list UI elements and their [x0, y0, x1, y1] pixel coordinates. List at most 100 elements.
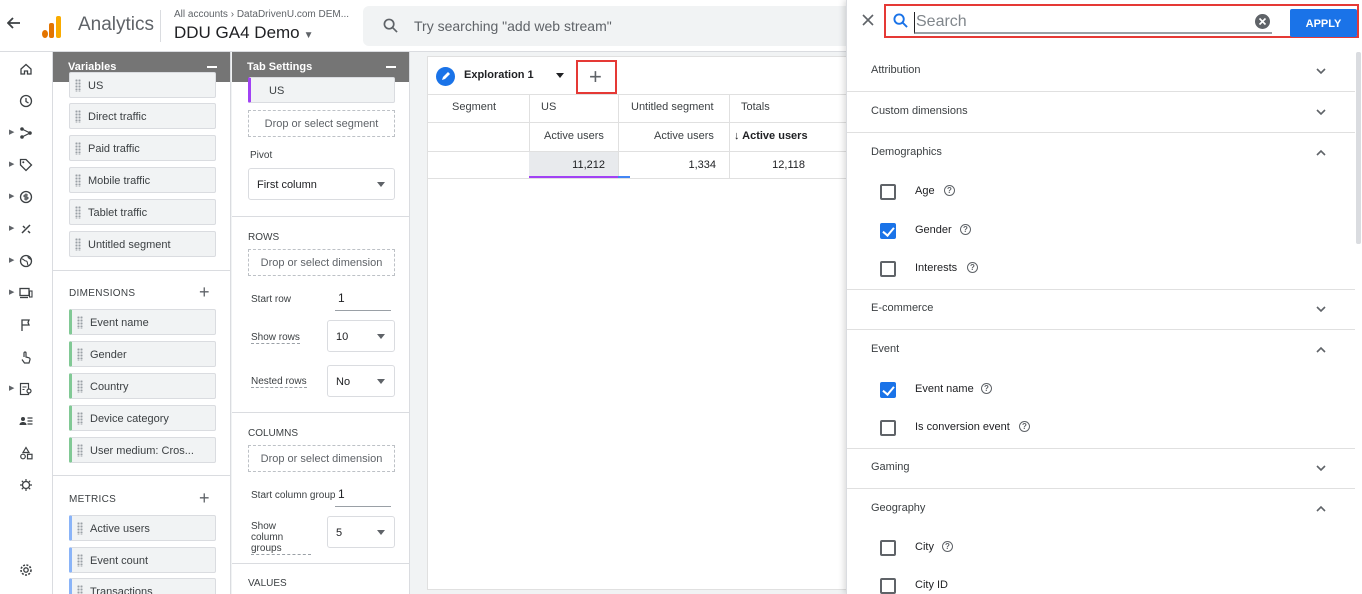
- nav-engagement[interactable]: ▶: [0, 219, 53, 239]
- nav-shapes[interactable]: [0, 443, 53, 463]
- segment-chip-us[interactable]: US: [248, 77, 395, 103]
- help-icon[interactable]: ?: [967, 262, 978, 273]
- drop-row-dimension-zone[interactable]: Drop or select dimension: [248, 249, 395, 276]
- edit-pencil-icon[interactable]: [436, 67, 455, 86]
- segment-chip-us[interactable]: US: [69, 72, 216, 98]
- add-metric-button[interactable]: +: [199, 489, 210, 507]
- minimize-icon[interactable]: [386, 66, 396, 68]
- help-icon[interactable]: ?: [942, 541, 953, 552]
- show-column-groups-select[interactable]: 5: [327, 516, 395, 548]
- nav-devices[interactable]: ▶: [0, 283, 53, 303]
- nav-reports[interactable]: [0, 91, 53, 111]
- global-search-bar[interactable]: Try searching "add web stream": [363, 6, 863, 46]
- nav-flag[interactable]: [0, 315, 53, 335]
- metric-chip-active-users[interactable]: Active users: [69, 515, 216, 541]
- category-geography[interactable]: Geography: [847, 489, 1355, 530]
- drag-handle-icon[interactable]: [77, 348, 83, 361]
- option-is-conversion-event[interactable]: Is conversion event ?: [847, 409, 1355, 447]
- dimension-chip-user-medium[interactable]: User medium: Cros...: [69, 437, 216, 463]
- drag-handle-icon[interactable]: [77, 412, 83, 425]
- drag-handle-icon[interactable]: [75, 238, 81, 251]
- exploration-tab-name[interactable]: Exploration 1: [464, 69, 534, 81]
- segment-chip-untitled[interactable]: Untitled segment: [69, 231, 216, 257]
- metric-header-totals-sorted[interactable]: ↓ Active users: [734, 130, 808, 142]
- drag-handle-icon[interactable]: [75, 174, 81, 187]
- drag-handle-icon[interactable]: [77, 316, 83, 329]
- drop-segment-zone[interactable]: Drop or select segment: [248, 110, 395, 137]
- nav-explore[interactable]: ▶: [0, 123, 53, 143]
- option-gender[interactable]: Gender ?: [847, 212, 1355, 250]
- category-attribution[interactable]: Attribution: [847, 51, 1355, 92]
- nav-home[interactable]: [0, 59, 53, 79]
- segment-chip-paid-traffic[interactable]: Paid traffic: [69, 135, 216, 161]
- option-age[interactable]: Age ?: [847, 173, 1355, 211]
- picker-scrollbar[interactable]: [1356, 52, 1361, 244]
- start-row-input[interactable]: 1: [335, 289, 391, 311]
- help-icon[interactable]: ?: [944, 185, 955, 196]
- nav-globe[interactable]: ▶: [0, 251, 53, 271]
- show-rows-select[interactable]: 10: [327, 320, 395, 352]
- checkbox-is-conversion-event[interactable]: [880, 420, 896, 436]
- drag-handle-icon[interactable]: [77, 380, 83, 393]
- checkbox-interests[interactable]: [880, 261, 896, 277]
- nav-touch[interactable]: [0, 347, 53, 367]
- help-icon[interactable]: ?: [1019, 421, 1030, 432]
- dimension-chip-device-category[interactable]: Device category: [69, 405, 216, 431]
- drag-handle-icon[interactable]: [75, 142, 81, 155]
- nav-user-report[interactable]: ▶: [0, 379, 53, 399]
- drag-handle-icon[interactable]: [75, 206, 81, 219]
- pivot-select[interactable]: First column: [248, 168, 395, 200]
- apply-button[interactable]: APPLY: [1290, 9, 1357, 37]
- option-city[interactable]: City ?: [847, 529, 1355, 567]
- help-icon[interactable]: ?: [960, 224, 971, 235]
- segment-chip-tablet-traffic[interactable]: Tablet traffic: [69, 199, 216, 225]
- breadcrumb[interactable]: All accounts › DataDrivenU.com DEM...: [174, 9, 349, 20]
- category-e-commerce[interactable]: E-commerce: [847, 289, 1355, 330]
- property-selector[interactable]: DDU GA4 Demo ▼: [174, 23, 314, 43]
- picker-search-input[interactable]: [914, 12, 1272, 34]
- drag-handle-icon[interactable]: [77, 444, 83, 457]
- option-interests[interactable]: Interests ?: [847, 250, 1355, 288]
- checkbox-age[interactable]: [880, 184, 896, 200]
- checkbox-event-name[interactable]: [880, 382, 896, 398]
- nav-user-list[interactable]: [0, 411, 53, 431]
- nested-rows-select[interactable]: No: [327, 365, 395, 397]
- metric-header-untitled[interactable]: Active users: [654, 130, 714, 142]
- segment-chip-mobile-traffic[interactable]: Mobile traffic: [69, 167, 216, 193]
- metric-chip-transactions[interactable]: Transactions: [69, 578, 216, 594]
- clear-search-icon[interactable]: [1255, 14, 1270, 29]
- tab-menu-caret-icon[interactable]: [556, 73, 564, 78]
- checkbox-city[interactable]: [880, 540, 896, 556]
- column-header-untitled-segment[interactable]: Untitled segment: [631, 101, 714, 113]
- dimension-chip-country[interactable]: Country: [69, 373, 216, 399]
- column-header-us[interactable]: US: [541, 101, 556, 113]
- nav-settings[interactable]: [0, 560, 53, 580]
- segment-chip-direct-traffic[interactable]: Direct traffic: [69, 103, 216, 129]
- add-tab-button[interactable]: +: [576, 60, 617, 94]
- close-icon[interactable]: [859, 11, 877, 29]
- back-arrow-icon[interactable]: [4, 16, 24, 36]
- add-dimension-button[interactable]: +: [199, 283, 210, 301]
- metric-header-us[interactable]: Active users: [544, 130, 604, 142]
- category-demographics[interactable]: Demographics: [847, 133, 1355, 174]
- option-event-name[interactable]: Event name ?: [847, 371, 1355, 409]
- dimension-chip-event-name[interactable]: Event name: [69, 309, 216, 335]
- category-custom-dimensions[interactable]: Custom dimensions: [847, 92, 1355, 133]
- drag-handle-icon[interactable]: [77, 554, 83, 567]
- nav-tags[interactable]: ▶: [0, 155, 53, 175]
- drag-handle-icon[interactable]: [77, 522, 83, 535]
- start-column-group-input[interactable]: 1: [335, 485, 391, 507]
- drop-column-dimension-zone[interactable]: Drop or select dimension: [248, 445, 395, 472]
- help-icon[interactable]: ?: [981, 383, 992, 394]
- minimize-icon[interactable]: [207, 66, 217, 68]
- drag-handle-icon[interactable]: [77, 585, 83, 594]
- nav-debug[interactable]: [0, 475, 53, 495]
- option-city-id[interactable]: City ID: [847, 567, 1355, 594]
- checkbox-gender[interactable]: [880, 223, 896, 239]
- checkbox-city-id[interactable]: [880, 578, 896, 594]
- category-gaming[interactable]: Gaming: [847, 448, 1355, 489]
- drag-handle-icon[interactable]: [75, 110, 81, 123]
- drag-handle-icon[interactable]: [75, 79, 81, 92]
- nav-monetization[interactable]: ▶: [0, 187, 53, 207]
- dimension-chip-gender[interactable]: Gender: [69, 341, 216, 367]
